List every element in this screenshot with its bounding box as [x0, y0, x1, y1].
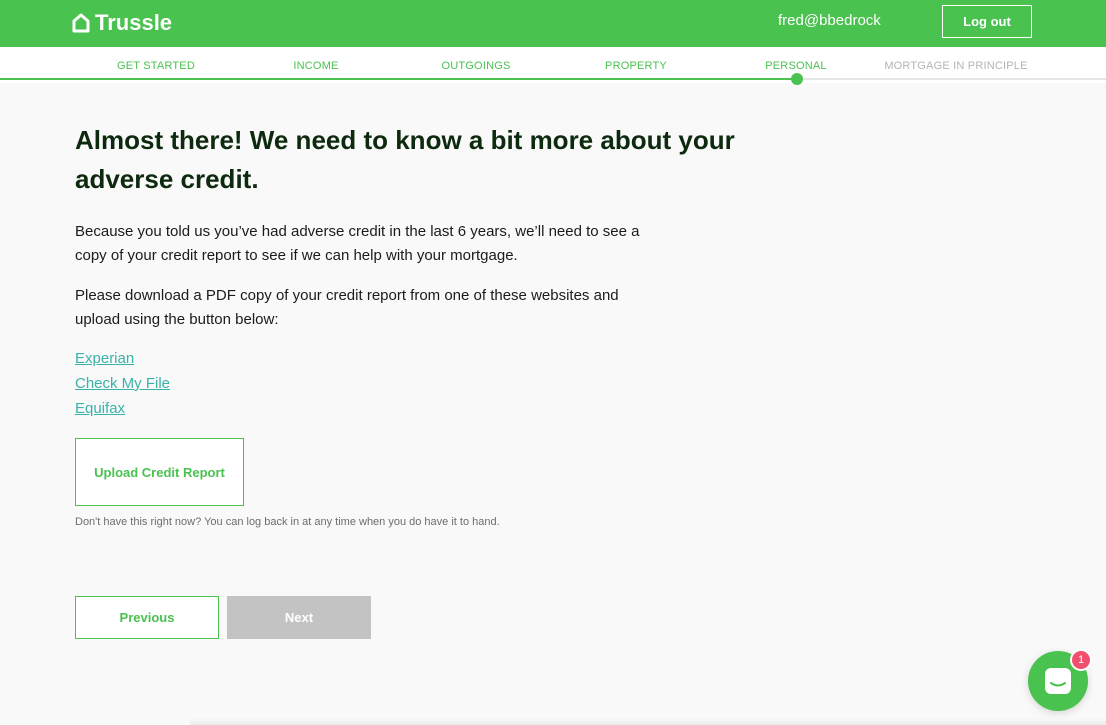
user-email: fred@bbedrock: [778, 12, 881, 29]
link-equifax[interactable]: Equifax: [75, 400, 125, 417]
step-property[interactable]: PROPERTY: [556, 60, 716, 72]
chat-icon: [1045, 668, 1071, 694]
top-header: Trussle fred@bbedrock Log out: [0, 0, 1106, 47]
step-income[interactable]: INCOME: [236, 60, 396, 72]
brand-logo[interactable]: Trussle: [72, 10, 172, 36]
previous-button[interactable]: Previous: [75, 596, 219, 639]
step-mortgage-in-principle: MORTGAGE IN PRINCIPLE: [884, 60, 1028, 72]
chat-notification-badge: 1: [1070, 649, 1092, 671]
link-experian[interactable]: Experian: [75, 350, 134, 367]
next-button: Next: [227, 596, 371, 639]
upload-hint: Don't have this right now? You can log b…: [75, 516, 500, 528]
step-personal[interactable]: PERSONAL: [716, 60, 876, 72]
step-outgoings[interactable]: OUTGOINGS: [396, 60, 556, 72]
adverse-credit-explanation: Because you told us you’ve had adverse c…: [75, 223, 640, 264]
step-get-started[interactable]: GET STARTED: [76, 60, 236, 72]
progress-track-complete: [0, 78, 797, 80]
download-instructions: Please download a PDF copy of your credi…: [75, 287, 619, 328]
progress-track-remaining: [797, 78, 1106, 80]
upload-credit-report-button[interactable]: Upload Credit Report: [75, 438, 244, 506]
progress-steps: GET STARTED INCOME OUTGOINGS PROPERTY PE…: [0, 47, 1106, 85]
brand-name: Trussle: [95, 10, 173, 35]
progress-current-marker: [791, 73, 803, 85]
link-check-my-file[interactable]: Check My File: [75, 375, 170, 392]
bottom-edge-shadow: [190, 718, 1106, 725]
page-title: Almost there! We need to know a bit more…: [75, 125, 735, 194]
logout-button[interactable]: Log out: [942, 5, 1032, 38]
house-icon: [72, 13, 90, 33]
